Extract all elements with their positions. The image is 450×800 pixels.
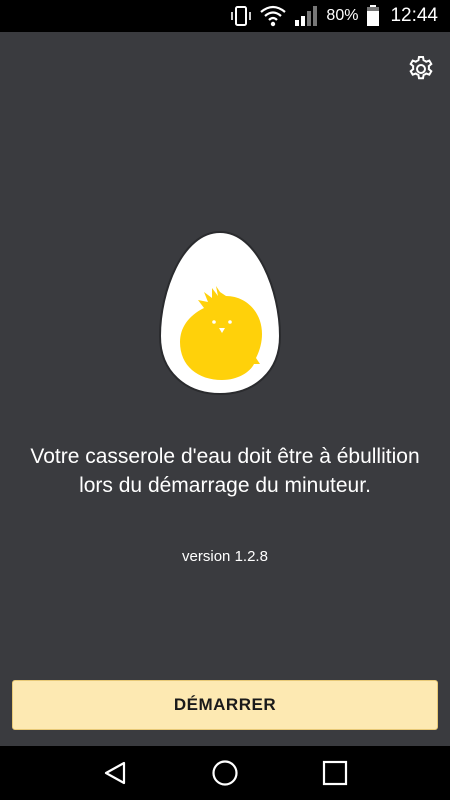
clock: 12:44: [390, 5, 438, 26]
version-label: version 1.2.8: [182, 548, 268, 565]
egg-chick-icon: [158, 230, 282, 396]
status-bar: 80% 12:44: [0, 0, 450, 32]
home-button[interactable]: [200, 746, 250, 800]
home-icon: [212, 760, 238, 786]
instruction-message: Votre casserole d'eau doit être à ébulli…: [0, 442, 450, 500]
back-button[interactable]: [90, 746, 140, 800]
signal-icon: [294, 5, 318, 27]
navigation-bar: [0, 746, 450, 800]
wifi-icon: [260, 5, 287, 27]
vibrate-icon: [230, 5, 252, 27]
settings-button[interactable]: [406, 54, 436, 84]
battery-icon: [366, 5, 380, 27]
back-icon: [104, 761, 126, 785]
message-line-2: lors du démarrage du minuteur.: [79, 474, 371, 497]
recents-icon: [322, 760, 348, 786]
main-screen: Votre casserole d'eau doit être à ébulli…: [0, 32, 450, 746]
gear-icon: [409, 56, 433, 80]
start-button[interactable]: DÉMARRER: [12, 680, 438, 730]
recents-button[interactable]: [310, 746, 360, 800]
message-line-1: Votre casserole d'eau doit être à ébulli…: [30, 445, 420, 468]
battery-percent: 80%: [326, 7, 359, 24]
